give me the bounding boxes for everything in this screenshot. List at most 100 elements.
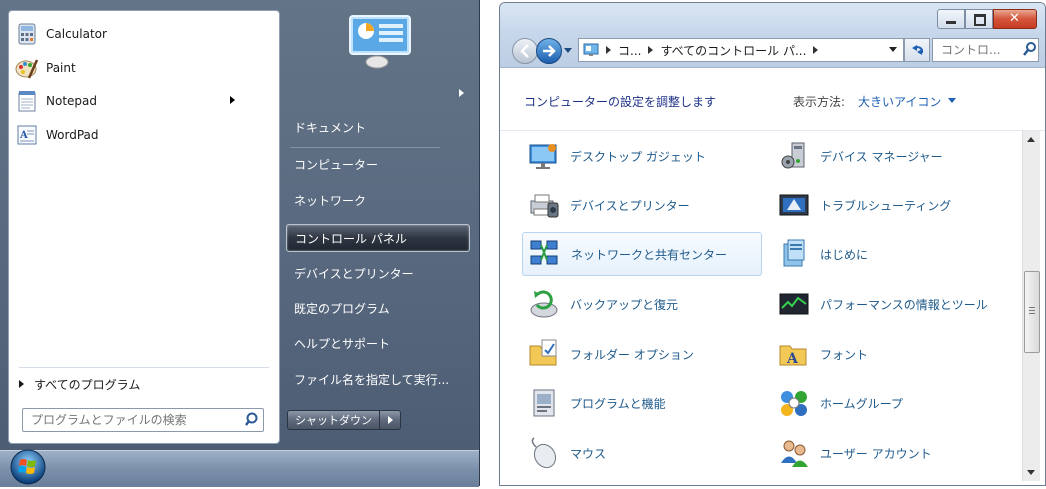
cp-item-label: フォルダー オプション	[570, 347, 694, 362]
getting-started-icon	[778, 238, 810, 270]
breadcrumb-arrow-icon[interactable]	[648, 46, 654, 54]
right-item-run[interactable]: ファイル名を指定して実行...	[286, 365, 470, 393]
window-buttons: ✕	[937, 9, 1037, 29]
cp-item-label: デスクトップ ガジェット	[570, 149, 706, 164]
windows-start-orb-icon[interactable]	[9, 448, 47, 486]
paint-icon	[15, 56, 39, 80]
all-programs-label: すべてのプログラム	[34, 377, 141, 392]
right-item-control-panel[interactable]: コントロール パネル	[286, 224, 470, 252]
right-item-devices-printers[interactable]: デバイスとプリンター	[286, 259, 470, 287]
window-chrome: ✕ コ... すべてのコントロール パ...	[500, 3, 1045, 68]
start-search-input[interactable]	[29, 410, 243, 430]
cp-item-label: マウス	[570, 446, 607, 461]
back-button[interactable]	[512, 38, 538, 64]
chevron-down-icon[interactable]	[948, 98, 956, 103]
right-item-default-programs[interactable]: 既定のプログラム	[286, 294, 470, 322]
forward-button[interactable]	[536, 38, 562, 64]
mouse-icon	[528, 437, 560, 469]
recent-pages-dropdown-icon[interactable]	[564, 48, 572, 53]
cp-item-mouse[interactable]: マウス	[522, 431, 762, 475]
cp-item-programs-features[interactable]: プログラムと機能	[522, 381, 762, 425]
right-item-label: コンピューター	[294, 157, 379, 172]
shutdown-options-arrow-icon[interactable]	[380, 410, 401, 430]
cp-item-label: はじめに	[820, 247, 869, 262]
backup-restore-icon	[528, 288, 560, 320]
refresh-button[interactable]	[904, 38, 930, 62]
vertical-scrollbar[interactable]	[1022, 131, 1040, 481]
cp-item-homegroup[interactable]: ホームグループ	[772, 381, 1012, 425]
programs-features-icon	[528, 387, 560, 419]
cp-item-label: ネットワークと共有センター	[571, 247, 728, 262]
network-sharing-icon	[529, 238, 561, 270]
minimize-button[interactable]	[937, 9, 965, 29]
right-item-label: ファイル名を指定して実行...	[294, 372, 450, 387]
view-by-dropdown[interactable]: 大きいアイコン	[858, 93, 941, 110]
wordpad-icon: A	[15, 123, 39, 147]
control-panel-picture-icon	[347, 14, 413, 70]
submenu-arrow-icon[interactable]	[459, 89, 464, 97]
fonts-icon: A	[778, 338, 810, 370]
breadcrumb-item[interactable]: すべてのコントロール パ...	[660, 42, 806, 59]
homegroup-icon	[778, 387, 810, 419]
scroll-down-icon[interactable]	[1027, 470, 1035, 475]
cp-item-label: ユーザー アカウント	[820, 446, 932, 461]
address-bar[interactable]: コ... すべてのコントロール パ...	[578, 38, 904, 62]
right-item-computer[interactable]: コンピューター	[286, 150, 470, 178]
calculator-icon	[15, 22, 39, 46]
taskbar	[0, 450, 479, 487]
cp-item-getting-started[interactable]: はじめに	[772, 232, 1012, 276]
search-icon[interactable]	[1021, 40, 1039, 61]
scroll-thumb[interactable]	[1024, 271, 1040, 353]
submenu-arrow-icon[interactable]	[230, 96, 235, 104]
cp-item-fonts[interactable]: A フォント	[772, 332, 1012, 376]
cp-item-device-manager[interactable]: デバイス マネージャー	[772, 134, 1012, 178]
devices-printers-icon	[528, 189, 560, 221]
program-item-calculator[interactable]: Calculator	[15, 19, 265, 49]
control-panel-search-input[interactable]	[939, 42, 1021, 58]
device-manager-icon	[778, 140, 810, 172]
right-item-label: ドキュメント	[294, 120, 367, 135]
user-accounts-icon	[778, 437, 810, 469]
right-item-label: コントロール パネル	[295, 231, 407, 246]
all-programs-button[interactable]: すべてのプログラム	[19, 373, 140, 395]
cp-item-desktop-gadgets[interactable]: デスクトップ ガジェット	[522, 134, 762, 178]
right-item-network[interactable]: ネットワーク	[286, 186, 470, 214]
page-title: コンピューターの設定を調整します	[524, 95, 717, 109]
scroll-up-icon[interactable]	[1027, 137, 1035, 142]
shutdown-button[interactable]: シャットダウン	[287, 410, 380, 430]
program-label: Paint	[46, 61, 76, 75]
program-item-paint[interactable]: Paint	[15, 53, 265, 83]
desktop-gadgets-icon	[528, 140, 560, 172]
right-item-label: 既定のプログラム	[294, 301, 390, 316]
start-menu-programs-pane: Calculator Paint Notepad A WordPad すべてのプ…	[8, 10, 280, 444]
cp-item-performance[interactable]: パフォーマンスの情報とツール	[772, 282, 1012, 326]
cp-item-user-accounts[interactable]: ユーザー アカウント	[772, 431, 1012, 475]
right-item-documents[interactable]: ドキュメント	[286, 113, 470, 141]
program-item-notepad[interactable]: Notepad	[15, 86, 265, 116]
cp-item-devices-printers[interactable]: デバイスとプリンター	[522, 183, 762, 227]
cp-item-troubleshooting[interactable]: トラブルシューティング	[772, 183, 1012, 227]
breadcrumb-arrow-icon[interactable]	[606, 46, 611, 54]
cp-item-label: プログラムと機能	[570, 396, 666, 411]
maximize-button[interactable]	[965, 9, 993, 29]
start-search-box[interactable]	[22, 408, 264, 432]
close-button[interactable]: ✕	[993, 9, 1037, 29]
notepad-icon	[15, 89, 39, 113]
svg-text:A: A	[786, 351, 799, 367]
control-panel-header: コンピューターの設定を調整します 表示方法: 大きいアイコン	[500, 68, 1045, 131]
search-icon[interactable]	[243, 410, 263, 430]
cp-item-network-sharing[interactable]: ネットワークと共有センター	[522, 232, 762, 276]
start-menu: Calculator Paint Notepad A WordPad すべてのプ…	[0, 0, 480, 487]
breadcrumb-item[interactable]: コ...	[618, 42, 641, 59]
cp-item-label: デバイス マネージャー	[820, 149, 943, 164]
breadcrumb-arrow-icon[interactable]	[813, 46, 819, 54]
cp-item-backup-restore[interactable]: バックアップと復元	[522, 282, 762, 326]
view-by-label: 表示方法:	[793, 95, 846, 109]
right-item-help-support[interactable]: ヘルプとサポート	[286, 329, 470, 357]
program-item-wordpad[interactable]: A WordPad	[15, 120, 265, 150]
program-label: Calculator	[46, 27, 107, 41]
control-panel-search-box[interactable]	[932, 38, 1039, 62]
cp-item-folder-options[interactable]: フォルダー オプション	[522, 332, 762, 376]
program-label: WordPad	[46, 128, 99, 142]
address-dropdown-icon[interactable]	[889, 47, 897, 52]
